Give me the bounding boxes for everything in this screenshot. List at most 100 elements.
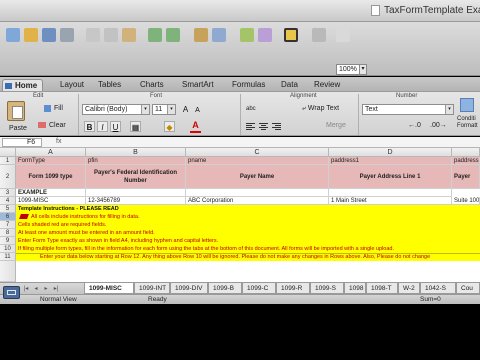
sheet-tab-1099-b[interactable]: 1099-B [208, 283, 242, 294]
sheet-tab-1099-r[interactable]: 1099-R [276, 283, 310, 294]
redo-icon[interactable] [166, 28, 180, 42]
row-header-2[interactable]: 2 [0, 165, 16, 189]
fill-button[interactable]: Fill [44, 104, 63, 114]
row-header-7[interactable]: 7 [0, 221, 16, 229]
toolbox-icon[interactable] [258, 28, 272, 42]
sheet-thumbnail-icon[interactable] [3, 286, 20, 299]
fx-icon[interactable]: fx [56, 138, 61, 145]
cell-e1[interactable]: paddress2 [452, 157, 480, 165]
column-header-e[interactable] [452, 148, 480, 157]
cell-d4[interactable]: 1 Main Street [329, 197, 452, 205]
select-all-corner[interactable] [0, 148, 16, 157]
conditional-formatting-label-1[interactable]: Conditi [457, 116, 476, 123]
conditional-formatting-label-2[interactable]: Formatt [457, 123, 478, 130]
sheet-tab-1099-c[interactable]: 1099-C [242, 283, 276, 294]
align-left-icon[interactable] [246, 123, 257, 132]
merge-button[interactable]: Merge [326, 121, 346, 131]
bold-button[interactable]: B [84, 121, 95, 132]
paste-button[interactable] [7, 101, 25, 121]
cell-c1[interactable]: pname [186, 157, 329, 165]
cell-b1[interactable]: pfin [86, 157, 186, 165]
tab-data[interactable]: Data [281, 79, 298, 91]
cell-d1[interactable]: paddress1 [329, 157, 452, 165]
prev-sheet-icon[interactable]: ◂ [32, 285, 40, 293]
row-header-11[interactable]: 11 [0, 253, 16, 261]
last-sheet-icon[interactable]: ▸| [52, 285, 60, 293]
save-icon[interactable] [42, 28, 56, 42]
sheet-tab-1099-s[interactable]: 1099-S [310, 283, 344, 294]
clear-button[interactable]: Clear [38, 121, 66, 131]
sheet-tab-1099-int[interactable]: 1099-INT [134, 283, 170, 294]
view-mode-label[interactable]: Normal View [40, 295, 77, 304]
sheet-tab-1099-div[interactable]: 1099-DIV [170, 283, 208, 294]
font-size-select[interactable]: 11 ▾ [152, 104, 176, 115]
cell-b4[interactable]: 12-3456789 [86, 197, 186, 205]
zoom-dropdown-icon[interactable]: ▾ [360, 64, 367, 75]
new-icon[interactable] [6, 28, 20, 42]
cell-c2[interactable]: Payer Name [186, 165, 329, 189]
column-header-d[interactable]: D [329, 148, 452, 157]
align-center-icon[interactable] [259, 123, 270, 132]
column-header-b[interactable]: B [86, 148, 186, 157]
name-box[interactable]: F6 [2, 138, 42, 147]
align-right-icon[interactable] [272, 123, 283, 132]
tab-charts[interactable]: Charts [140, 79, 164, 91]
first-sheet-icon[interactable]: |◂ [22, 285, 30, 293]
sheet-tab-1099-misc[interactable]: 1099-MISC [84, 283, 134, 294]
fill-color-icon[interactable]: ◆ [164, 121, 175, 132]
cell-e4[interactable]: Suite 100 [452, 197, 480, 205]
spreadsheet-grid[interactable]: A B C D 1 2 3 4 5 6 7 8 9 10 11 FormType… [0, 148, 480, 282]
sheet-tab-1098-t[interactable]: 1098-T [366, 283, 398, 294]
row-header-10[interactable]: 10 [0, 245, 16, 253]
row-header-4[interactable]: 4 [0, 197, 16, 205]
row-header-8[interactable]: 8 [0, 229, 16, 237]
column-header-a[interactable]: A [16, 148, 86, 157]
sheet-tab-cou[interactable]: Cou [456, 283, 480, 294]
decrease-font-button[interactable]: A [192, 105, 203, 116]
paste-label[interactable]: Paste [9, 124, 27, 134]
cell-d2[interactable]: Payer Address Line 1 [329, 165, 452, 189]
increase-font-button[interactable]: A [180, 104, 191, 115]
fx-formula-builder-icon[interactable] [284, 28, 298, 42]
undo-icon[interactable] [148, 28, 162, 42]
cell-b2[interactable]: Payer's Federal Identification Number [86, 165, 186, 189]
conditional-formatting-icon[interactable] [460, 98, 474, 112]
print-icon[interactable] [60, 28, 74, 42]
column-header-c[interactable]: C [186, 148, 329, 157]
tab-tables[interactable]: Tables [98, 79, 121, 91]
cell-c4[interactable]: ABC Corporation [186, 197, 329, 205]
zoom-field[interactable]: 100% [336, 64, 360, 75]
row-header-9[interactable]: 9 [0, 237, 16, 245]
wrap-text-button[interactable]: ⤶ Wrap Text [302, 104, 339, 114]
zoom-icon[interactable] [336, 28, 350, 42]
sheet-tab-1042-s[interactable]: 1042-S [420, 283, 456, 294]
cell-a4[interactable]: 1099-MISC [16, 197, 86, 205]
row-header-5[interactable]: 5 [0, 205, 16, 213]
number-format-select[interactable]: Text ▾ [362, 104, 454, 115]
autosum-icon[interactable] [194, 28, 208, 42]
open-icon[interactable] [24, 28, 38, 42]
row-header-1[interactable]: 1 [0, 157, 16, 165]
paste-icon[interactable] [122, 28, 136, 42]
cell-a3[interactable]: EXAMPLE [16, 189, 86, 197]
cell-e2[interactable]: Payer [452, 165, 480, 189]
increase-decimal-icon[interactable]: .00→ [430, 121, 447, 131]
sort-icon[interactable] [212, 28, 226, 42]
next-sheet-icon[interactable]: ▸ [42, 285, 50, 293]
tab-home[interactable]: Home [2, 79, 44, 91]
decrease-decimal-icon[interactable]: ←.0 [408, 121, 421, 131]
sheet-tab-w-2[interactable]: W-2 [398, 283, 420, 294]
font-name-select[interactable]: Calibri (Body) ▾ [82, 104, 150, 115]
cell-a1[interactable]: FormType [16, 157, 86, 165]
media-icon[interactable] [312, 28, 326, 42]
copy-icon[interactable] [104, 28, 118, 42]
sheet-tab-1098[interactable]: 1098 [344, 283, 366, 294]
font-color-button[interactable]: A [190, 120, 201, 131]
cell-c3[interactable] [186, 189, 329, 197]
tab-layout[interactable]: Layout [60, 79, 84, 91]
cell-b3[interactable] [86, 189, 186, 197]
row-header-6[interactable]: 6 [0, 213, 16, 221]
tab-smartart[interactable]: SmartArt [182, 79, 214, 91]
italic-button[interactable]: I [97, 121, 108, 132]
abc-orientation-button[interactable]: abc [246, 104, 256, 114]
